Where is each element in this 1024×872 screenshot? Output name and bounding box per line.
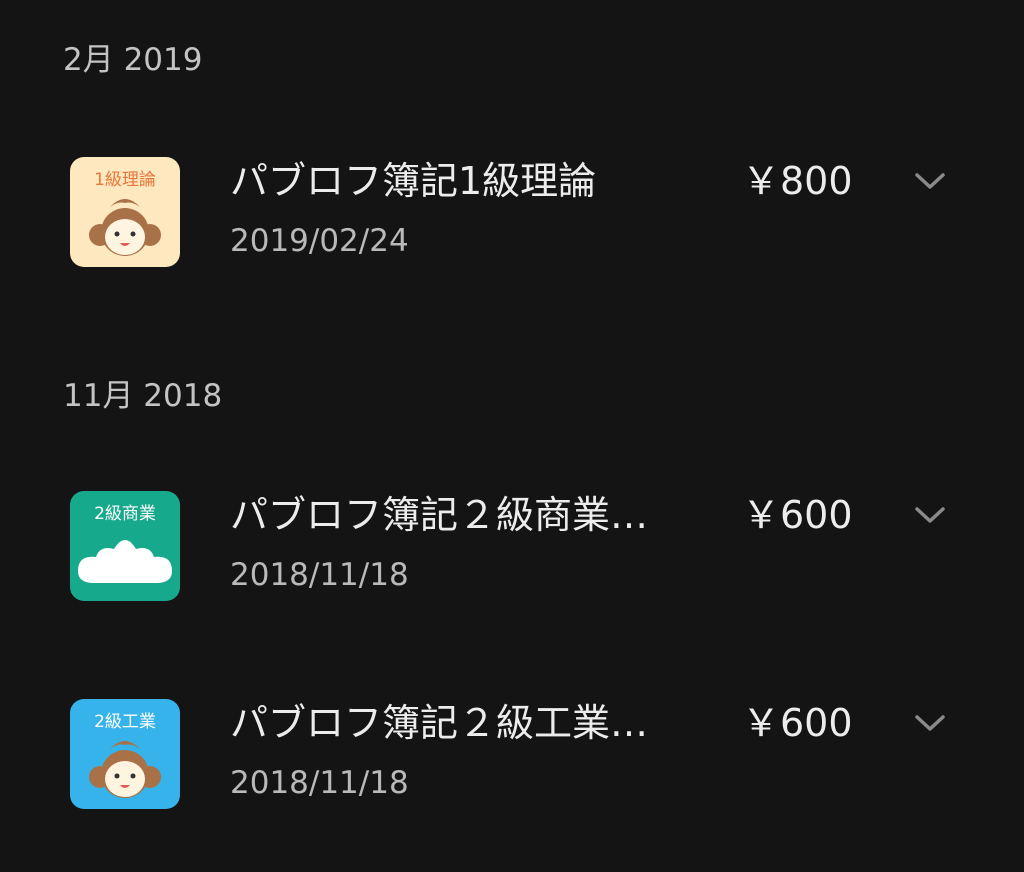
- app-icon-label: 2級工業: [94, 712, 156, 732]
- price: ￥600: [742, 493, 853, 537]
- purchase-item[interactable]: 1級理論 パブロフ簿記1級理論 2019/02/24 ￥800: [0, 157, 1024, 287]
- price: ￥800: [742, 159, 853, 203]
- app-icon: 1級理論: [70, 157, 180, 267]
- chevron-down-icon[interactable]: [912, 167, 948, 195]
- app-icon: 2級工業: [70, 699, 180, 809]
- app-icon-label: 1級理論: [94, 170, 156, 190]
- chevron-down-icon[interactable]: [912, 709, 948, 737]
- app-icon: 2級商業: [70, 491, 180, 601]
- app-icon-label: 2級商業: [94, 504, 156, 524]
- purchase-item[interactable]: 2級工業 パブロフ簿記２級工業… 2018/11/18 ￥600: [0, 699, 1024, 829]
- section-header-nov-2018: 11月 2018: [63, 378, 223, 414]
- section-header-feb-2019: 2月 2019: [63, 42, 203, 78]
- chevron-down-icon[interactable]: [912, 501, 948, 529]
- purchase-date: 2018/11/18: [230, 557, 409, 593]
- app-title: パブロフ簿記２級商業…: [230, 493, 649, 537]
- app-title: パブロフ簿記1級理論: [230, 159, 597, 203]
- purchase-item[interactable]: 2級商業 パブロフ簿記２級商業… 2018/11/18 ￥600: [0, 491, 1024, 621]
- purchase-date: 2019/02/24: [230, 223, 409, 259]
- purchase-date: 2018/11/18: [230, 765, 409, 801]
- app-title: パブロフ簿記２級工業…: [230, 701, 649, 745]
- price: ￥600: [742, 701, 853, 745]
